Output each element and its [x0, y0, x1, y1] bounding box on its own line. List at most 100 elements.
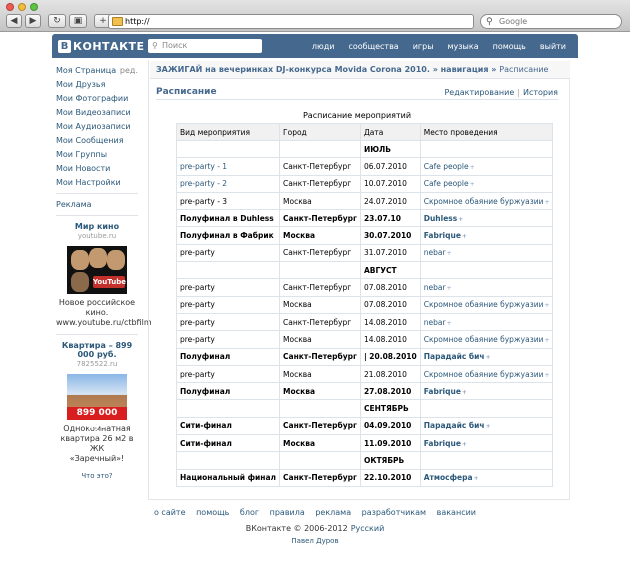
browser-search-field[interactable]: ⚲ Google: [480, 14, 622, 29]
footer-link-developers[interactable]: разработчикам: [362, 508, 426, 517]
cell-city: Санкт-Петербург: [279, 347, 361, 366]
forward-arrow-icon[interactable]: ▶: [25, 14, 41, 28]
what-is-this-link[interactable]: Что это?: [56, 472, 138, 480]
ad-image-youtube[interactable]: YouTube: [67, 246, 127, 294]
top-menu-games[interactable]: игры: [413, 42, 434, 51]
cell-venue: Fabrique+: [419, 226, 554, 245]
venue-plus-icon[interactable]: +: [447, 250, 452, 257]
venue-link[interactable]: Парадайс бич: [424, 352, 485, 361]
screenshot-icon[interactable]: ▣: [69, 14, 87, 28]
sidebar-item-photos[interactable]: Мои Фотографии: [56, 92, 138, 106]
ad-image-building[interactable]: 899 000 руб: [67, 374, 127, 431]
venue-plus-icon[interactable]: +: [544, 199, 549, 206]
event-link[interactable]: pre-party - 1: [180, 162, 227, 171]
sidebar-divider: [56, 334, 138, 335]
venue-plus-icon[interactable]: +: [462, 233, 467, 240]
venue-plus-icon[interactable]: +: [544, 302, 549, 309]
top-menu-people[interactable]: люди: [312, 42, 335, 51]
event-link[interactable]: pre-party - 2: [180, 179, 227, 188]
cell-city: Санкт-Петербург: [279, 243, 361, 263]
venue-plus-icon[interactable]: +: [486, 354, 491, 361]
venue-plus-icon[interactable]: +: [447, 285, 452, 292]
venue-plus-icon[interactable]: +: [458, 216, 463, 223]
sidebar-item-news[interactable]: Мои Новости: [56, 162, 138, 176]
top-menu-help[interactable]: помощь: [493, 42, 526, 51]
venue-link[interactable]: Скромное обаяние буржуазии: [424, 300, 544, 309]
footer-link-help[interactable]: помощь: [196, 508, 229, 517]
footer-link-ads[interactable]: реклама: [315, 508, 351, 517]
event-date: 06.07.2010: [363, 161, 407, 171]
venue-plus-icon[interactable]: +: [470, 181, 475, 188]
page-actions: Редактирование | История: [444, 88, 558, 97]
venue-plus-icon[interactable]: +: [470, 164, 475, 171]
venue-plus-icon[interactable]: +: [462, 441, 467, 448]
venue-plus-icon[interactable]: +: [447, 320, 452, 327]
footer-link-about[interactable]: о сайте: [154, 508, 186, 517]
venue-link[interactable]: Скромное обаяние буржуазии: [424, 335, 544, 344]
event-name: pre-party - 3: [180, 196, 228, 206]
address-bar[interactable]: http://: [108, 14, 474, 29]
vk-logo-b: В: [58, 39, 71, 53]
minimize-window-button[interactable]: [18, 3, 26, 11]
footer-author-link[interactable]: Павел Дуров: [0, 537, 630, 545]
cell-venue: Fabrique+: [419, 434, 554, 453]
sidebar-item-groups[interactable]: Мои Группы: [56, 148, 138, 162]
breadcrumb-separator: »: [491, 65, 497, 74]
footer-link-blog[interactable]: блог: [240, 508, 259, 517]
venue-link[interactable]: Атмосфера: [424, 473, 473, 482]
history-link[interactable]: История: [523, 88, 558, 97]
venue-link[interactable]: Cafe people: [424, 179, 469, 188]
venue-link[interactable]: nebar: [424, 283, 446, 292]
edit-link[interactable]: Редактирование: [444, 88, 514, 97]
venue-link[interactable]: Fabrique: [424, 231, 461, 240]
venue-plus-icon[interactable]: +: [544, 372, 549, 379]
breadcrumb-nav-link[interactable]: навигация: [441, 65, 489, 74]
event-date: 04.09.2010: [363, 421, 412, 431]
sidebar-item-videos[interactable]: Мои Видеозаписи: [56, 106, 138, 120]
venue-link[interactable]: nebar: [424, 318, 446, 327]
sidebar-item-messages[interactable]: Мои Сообщения: [56, 134, 138, 148]
event-name: Полуфинал в Duhless: [180, 213, 274, 223]
sidebar-item-friends[interactable]: Мои Друзья: [56, 78, 138, 92]
ad-title[interactable]: Мир кино: [56, 222, 138, 231]
venue-link[interactable]: Fabrique: [424, 387, 461, 396]
venue-link[interactable]: nebar: [424, 248, 446, 257]
footer-link-jobs[interactable]: вакансии: [437, 508, 476, 517]
top-menu-communities[interactable]: сообщества: [348, 42, 398, 51]
venue-plus-icon[interactable]: +: [462, 389, 467, 396]
ad-title[interactable]: Квартира – 899 000 руб.: [56, 341, 138, 359]
sidebar-item-label: Мои Новости: [56, 164, 111, 173]
back-arrow-icon[interactable]: ◀: [6, 14, 22, 28]
venue-link[interactable]: Fabrique: [424, 439, 461, 448]
zoom-window-button[interactable]: [30, 3, 38, 11]
ad-block-cinema[interactable]: Мир кино youtube.ru YouTube Новое россий…: [56, 222, 152, 328]
footer-link-rules[interactable]: правила: [270, 508, 305, 517]
sidebar-item-label: Мои Видеозаписи: [56, 108, 131, 117]
sidebar-item-audio[interactable]: Мои Аудиозаписи: [56, 120, 138, 134]
top-menu-logout[interactable]: выйти: [540, 42, 566, 51]
cell-event: Национальный финал: [175, 468, 281, 487]
top-menu-music[interactable]: музыка: [448, 42, 479, 51]
cell-venue: Скромное обаяние буржуазии+: [419, 364, 554, 384]
sidebar-item-settings[interactable]: Мои Настройки: [56, 176, 138, 190]
venue-link[interactable]: Скромное обаяние буржуазии: [424, 197, 544, 206]
ad-block-apartment[interactable]: Квартира – 899 000 руб. 7825522.ru 899 0…: [56, 341, 138, 480]
cell-venue: Duhless+: [419, 209, 554, 228]
venue-link[interactable]: Парадайс бич: [424, 421, 485, 430]
close-window-button[interactable]: [6, 3, 14, 11]
venue-plus-icon[interactable]: +: [544, 337, 549, 344]
breadcrumb-group-link[interactable]: ЗАЖИГАЙ на вечеринках DJ-конкурса Movida…: [156, 65, 430, 74]
language-link[interactable]: Русский: [351, 524, 385, 533]
venue-link[interactable]: Duhless: [424, 214, 458, 223]
sidebar-item-ads[interactable]: Реклама: [56, 198, 138, 212]
cell-event: pre-party: [175, 364, 281, 384]
venue-link[interactable]: Скромное обаяние буржуазии: [424, 370, 544, 379]
edit-profile-link[interactable]: ред.: [120, 64, 138, 78]
reload-icon[interactable]: ↻: [48, 14, 66, 28]
venue-link[interactable]: Cafe people: [424, 162, 469, 171]
venue-plus-icon[interactable]: +: [486, 423, 491, 430]
sidebar-item-my-page[interactable]: Моя Страница ред.: [56, 64, 138, 78]
site-search-input[interactable]: ⚲ Поиск: [148, 39, 262, 53]
vk-logo[interactable]: В КОНТАКТЕ: [58, 39, 145, 53]
venue-plus-icon[interactable]: +: [474, 475, 479, 482]
